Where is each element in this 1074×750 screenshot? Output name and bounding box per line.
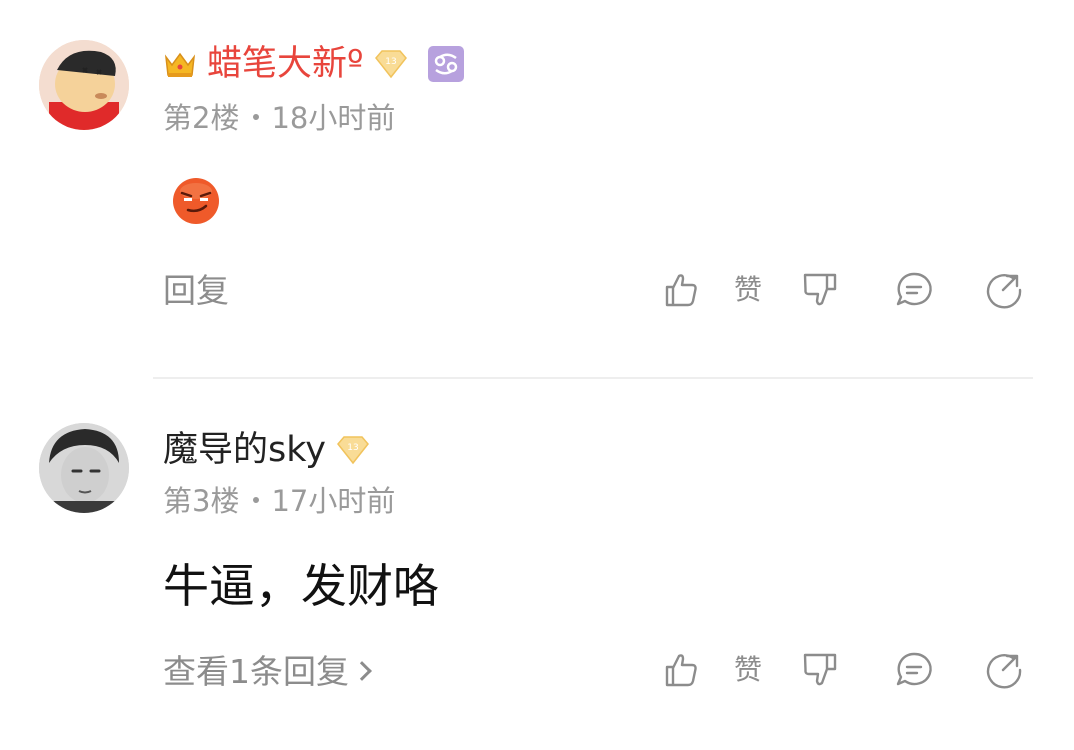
thumbs-up-icon [665,654,697,687]
username[interactable]: 蜡笔大新º [207,41,364,87]
comment-bubble-icon [896,272,932,306]
comment-floor-2: 蜡笔大新º 13 第2楼 18小时前 回复 赞 [0,0,1074,380]
post-time: 17小时前 [271,484,396,518]
dislike-button[interactable] [798,266,842,314]
comment-floor-3: 魔导的sky 13 第3楼 17小时前 牛逼，发财咯 查看1条回复 赞 [0,380,1074,750]
level-badge-icon: 13 [372,49,410,79]
floor-number: 第3楼 [163,484,240,518]
thumbs-down-icon [803,653,837,686]
level-number: 13 [385,57,396,67]
like-label: 赞 [734,653,763,686]
smirk-face-emoji-icon [172,177,220,225]
comment-actions: 赞 [660,646,1040,694]
thumbs-up-icon [665,274,697,307]
comment-button[interactable] [892,266,936,314]
post-time: 18小时前 [271,101,396,135]
view-replies-button[interactable]: 查看1条回复 [163,652,372,692]
share-button[interactable] [982,646,1026,694]
dislike-button[interactable] [798,646,842,694]
like-button[interactable] [660,266,704,314]
username[interactable]: 魔导的sky [163,427,326,473]
like-button[interactable] [660,646,704,694]
comment-text: 牛逼，发财咯 [163,559,439,613]
comment-meta: 第3楼 17小时前 [163,483,395,519]
username-row: 魔导的sky 13 [163,427,372,473]
cancer-zodiac-icon [427,46,464,82]
thumbs-down-icon [803,273,837,306]
level-number: 13 [347,443,358,453]
user-avatar[interactable] [39,40,129,130]
share-icon [986,274,1022,309]
level-badge-icon: 13 [334,435,372,465]
username-row: 蜡笔大新º 13 [163,41,464,87]
user-avatar[interactable] [39,423,129,513]
separator-dot [253,114,260,120]
share-icon [986,654,1022,689]
view-replies-label: 查看1条回复 [163,652,349,691]
floor-number: 第2楼 [163,101,240,135]
comment-divider [153,377,1033,379]
like-label: 赞 [734,273,763,306]
chevron-right-icon [352,661,372,681]
comment-bubble-icon [896,652,932,686]
share-button[interactable] [982,266,1026,314]
separator-dot [253,497,260,503]
reply-button[interactable]: 回复 [163,271,229,311]
comment-actions: 赞 [660,266,1040,314]
comment-button[interactable] [892,646,936,694]
crown-icon [163,49,197,79]
comment-meta: 第2楼 18小时前 [163,100,395,136]
